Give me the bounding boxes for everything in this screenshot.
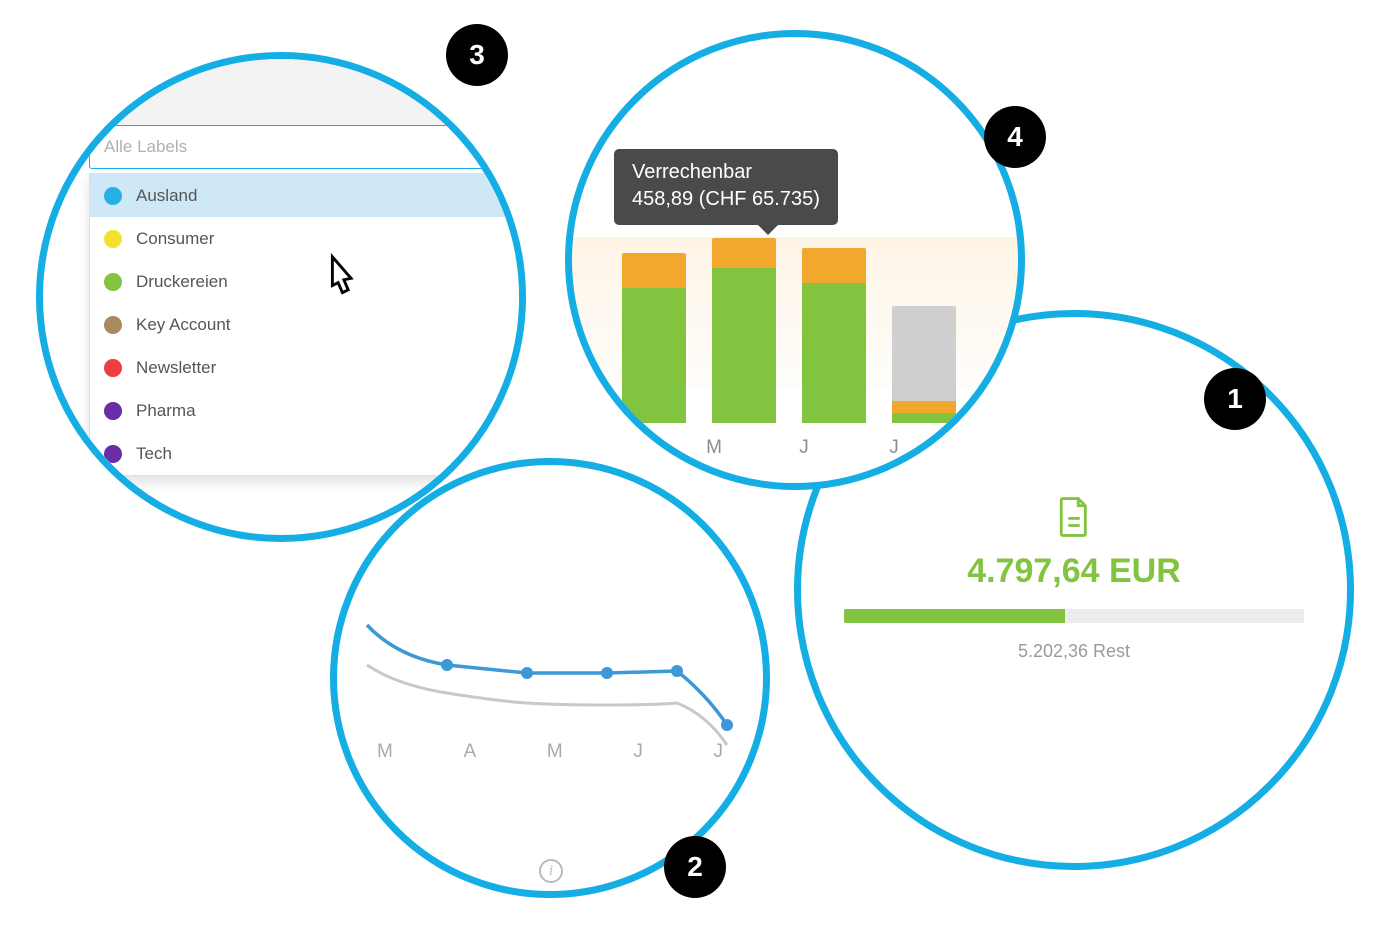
budget-amount: 4.797,64 EUR — [967, 552, 1181, 591]
budget-rest: 5.202,36 Rest — [1018, 641, 1130, 662]
label-option[interactable]: Key Account — [90, 303, 526, 346]
label-option-text: Consumer — [136, 229, 214, 249]
labels-select-placeholder: Alle Labels — [104, 137, 187, 157]
label-option-text: Druckereien — [136, 272, 228, 292]
label-color-dot — [104, 359, 122, 377]
label-option[interactable]: Tech — [90, 432, 526, 475]
bar-x-axis-labels: A M J J — [572, 437, 1018, 459]
label-option-text: Pharma — [136, 401, 196, 421]
label-color-dot — [104, 273, 122, 291]
bar-chart — [602, 227, 998, 423]
spotlight-4-bar-chart: Verrechenbar 458,89 (CHF 65.735) — [565, 30, 1025, 490]
label-option-text: Key Account — [136, 315, 231, 335]
label-color-dot — [104, 402, 122, 420]
label-color-dot — [104, 445, 122, 463]
bar-J2 — [892, 306, 956, 423]
line-x-axis-labels: M A M J J — [367, 741, 733, 763]
chart-tooltip: Verrechenbar 458,89 (CHF 65.735) — [614, 149, 838, 225]
budget-progress — [844, 609, 1304, 623]
label-color-dot — [104, 316, 122, 334]
badge-4: 4 — [984, 106, 1046, 168]
label-color-dot — [104, 187, 122, 205]
budget-widget: 4.797,64 EUR 5.202,36 Rest — [801, 497, 1347, 662]
bar-A — [622, 253, 686, 423]
pointer-cursor-icon — [318, 251, 364, 307]
badge-1: 1 — [1204, 368, 1266, 430]
label-option[interactable]: Pharma — [90, 389, 526, 432]
document-icon — [1057, 497, 1091, 542]
badge-2: 2 — [664, 836, 726, 898]
bar-J1 — [802, 248, 866, 423]
label-option[interactable]: Ausland — [90, 174, 526, 217]
label-option-text: Ausland — [136, 186, 197, 206]
label-option-text: Newsletter — [136, 358, 216, 378]
label-option[interactable]: Consumer — [90, 217, 526, 260]
labels-select[interactable]: Alle Labels — [89, 125, 526, 169]
tooltip-value: 458,89 (CHF 65.735) — [632, 186, 820, 213]
tooltip-title: Verrechenbar — [632, 159, 820, 186]
line-chart — [357, 585, 757, 805]
spotlight-3-labels-dropdown: Alle Labels Ausland Consumer Druckereien Ke… — [36, 52, 526, 542]
label-option[interactable]: Newsletter — [90, 346, 526, 389]
bars-row — [602, 233, 998, 423]
badge-3: 3 — [446, 24, 508, 86]
label-option[interactable]: Druckereien — [90, 260, 526, 303]
info-icon[interactable]: i — [539, 859, 563, 883]
label-color-dot — [104, 230, 122, 248]
bar-M — [712, 238, 776, 423]
label-option-text: Tech — [136, 444, 172, 464]
budget-progress-fill — [844, 609, 1065, 623]
labels-options-list: Ausland Consumer Druckereien Key Account New… — [89, 173, 526, 476]
